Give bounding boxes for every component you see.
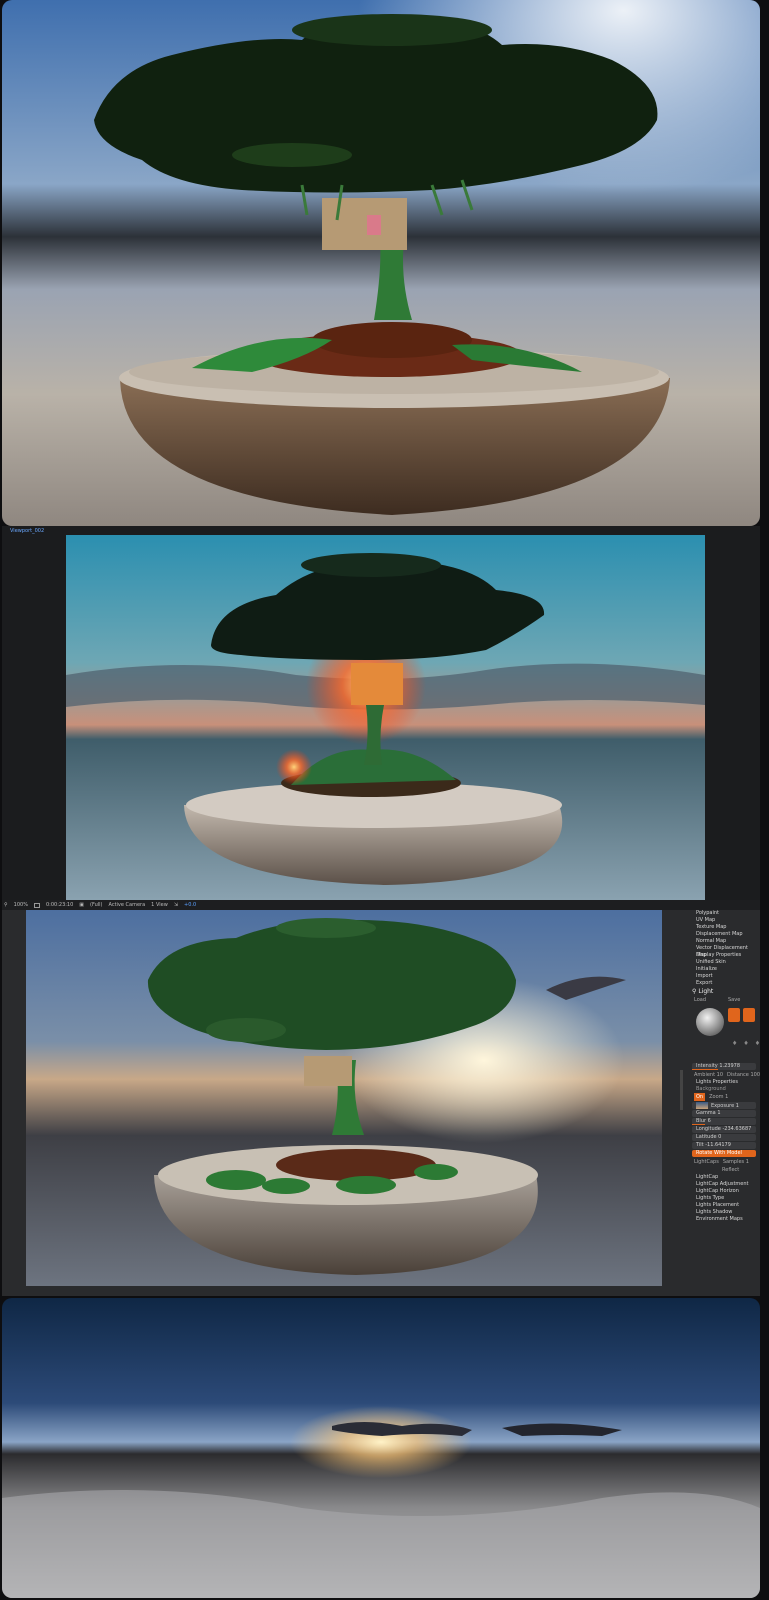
environment-map-panel [2, 1298, 760, 1598]
floating-island-render-1 [2, 0, 760, 526]
menu-top-group: Polypaint UV Map Texture Map Displacement M… [688, 910, 760, 987]
camera-select[interactable]: Active Camera [108, 902, 145, 908]
environment-thumbnail[interactable] [696, 1102, 708, 1109]
ambient-slider[interactable]: Ambient 10 [694, 1071, 723, 1079]
rotate-with-model-toggle[interactable]: Rotate With Model [692, 1150, 756, 1157]
longitude-slider[interactable]: Longitude -234.63687 [692, 1126, 756, 1133]
load-button[interactable]: Load [694, 996, 706, 1004]
fit-icon[interactable] [33, 902, 40, 908]
light-sphere-preview[interactable] [696, 1008, 724, 1036]
render-panel-2: Viewport_002 [2, 526, 760, 900]
light-slots-icons[interactable]: ♦♦♦ [732, 1040, 760, 1047]
gamma-slider[interactable]: Gamma 1 [692, 1110, 756, 1117]
render-panel-1 [2, 0, 760, 526]
lightcaps-row: LightCaps Samples 1 [688, 1158, 760, 1166]
on-zoom-row: On Zoom 1 [688, 1093, 760, 1101]
light-slot-2-button[interactable] [743, 1008, 755, 1022]
intensity-slider[interactable]: Intensity 1.23978 [692, 1063, 756, 1070]
timecode-readout[interactable]: 0:00:23:10 [46, 902, 73, 908]
reflect-row: Reflect [688, 1166, 760, 1174]
view-select[interactable]: 1 View [151, 902, 168, 908]
blur-slider[interactable]: Blur 6 [692, 1118, 756, 1125]
extra-readout[interactable]: +0.0 [184, 902, 196, 908]
on-toggle[interactable]: On [694, 1093, 706, 1101]
light-section-header[interactable]: ⚲ Light [688, 987, 760, 996]
environment-map-image [2, 1298, 760, 1598]
tilt-slider[interactable]: Tilt -11.64179 [692, 1142, 756, 1149]
menu-item-displacement-map[interactable]: Displacement Map [688, 931, 760, 938]
viewport-scroll-handle[interactable] [680, 1070, 683, 1110]
zoom-readout[interactable]: 100% [14, 902, 28, 908]
distance-slider[interactable]: Distance 100 [727, 1071, 760, 1079]
lightcaps-button[interactable]: LightCaps [694, 1158, 719, 1166]
menu-item-lights-placement[interactable]: Lights Placement [688, 1202, 760, 1209]
background-label: Background [696, 1086, 726, 1092]
menu-item-normal-map[interactable]: Normal Map [688, 938, 760, 945]
floating-island-render-3 [26, 910, 662, 1286]
menu-item-polypaint[interactable]: Polypaint [688, 910, 760, 917]
lights-properties-item[interactable]: Lights Properties [688, 1079, 760, 1086]
camera-icon[interactable]: ▣ [79, 902, 84, 908]
exposure-slider[interactable]: Exposure 1 [692, 1102, 756, 1109]
samples-slider[interactable]: Samples 1 [723, 1158, 749, 1166]
menu-item-export[interactable]: Export [688, 980, 760, 987]
light-bulb-icon[interactable]: ⚲ [4, 902, 8, 908]
menu-item-lightcap[interactable]: LightCap [688, 1174, 760, 1181]
save-button[interactable]: Save [728, 996, 740, 1004]
menu-item-lights-type[interactable]: Lights Type [688, 1195, 760, 1202]
light-slot-1-button[interactable] [728, 1008, 740, 1022]
floating-island-render-2 [66, 535, 705, 900]
menu-item-lightcap-adjustment[interactable]: LightCap Adjustment [688, 1181, 760, 1188]
menu-item-lights-shadow[interactable]: Lights Shadow [688, 1209, 760, 1216]
arrow-icon[interactable]: ⇲ [174, 902, 178, 908]
display-mode-dropdown[interactable]: (Full) [90, 902, 102, 908]
menu-item-display-properties[interactable]: Display Properties [688, 952, 760, 959]
menu-item-uv-map[interactable]: UV Map [688, 917, 760, 924]
zoom-slider[interactable]: Zoom 1 [709, 1093, 728, 1101]
light-section-label: Light [698, 988, 714, 995]
menu-bottom-group: LightCap LightCap Adjustment LightCap Hori… [688, 1174, 760, 1223]
editor-panel: ⚲ 100% 0:00:23:10 ▣ (Full) Active Camera… [2, 900, 760, 1296]
reflect-slider[interactable]: Reflect [722, 1166, 739, 1174]
ambient-distance-row: Ambient 10 Distance 100 [688, 1071, 760, 1079]
menu-item-texture-map[interactable]: Texture Map [688, 924, 760, 931]
latitude-slider[interactable]: Latitude 0 [692, 1134, 756, 1141]
viewport-toolbar: ⚲ 100% 0:00:23:10 ▣ (Full) Active Camera… [2, 900, 760, 910]
menu-item-initialize[interactable]: Initialize [688, 966, 760, 973]
viewport-tab[interactable]: Viewport_002 [10, 528, 44, 534]
light-preview: ♦♦♦ [688, 1004, 760, 1062]
tool-side-panel: Polypaint UV Map Texture Map Displacement M… [688, 910, 760, 1296]
menu-item-unified-skin[interactable]: Unified Skin [688, 959, 760, 966]
load-save-row: Load Save [688, 996, 760, 1004]
menu-item-vector-displacement-map[interactable]: Vector Displacement Map [688, 945, 760, 958]
menu-item-lightcap-horizon[interactable]: LightCap Horizon [688, 1188, 760, 1195]
menu-item-environment-maps[interactable]: Environment Maps [688, 1216, 760, 1223]
menu-item-import[interactable]: Import [688, 973, 760, 980]
